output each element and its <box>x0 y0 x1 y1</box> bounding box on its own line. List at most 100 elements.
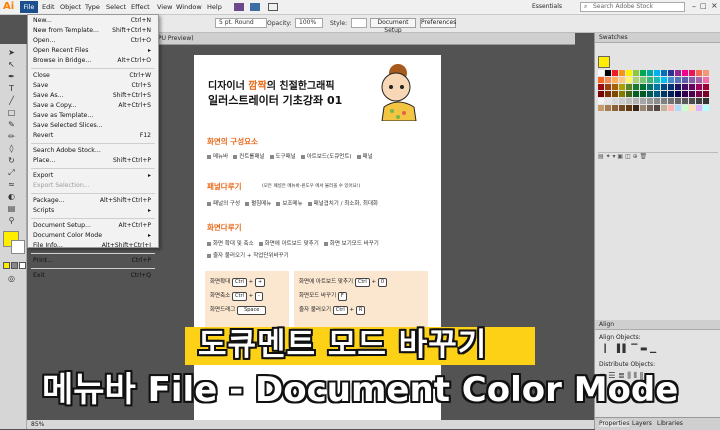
swatch[interactable] <box>689 98 695 104</box>
swatch[interactable] <box>661 98 667 104</box>
tab-libraries[interactable]: Libraries <box>657 420 683 427</box>
file-menu-item[interactable]: Save Ctrl+S <box>33 81 153 91</box>
width-tool-icon[interactable]: ≈ <box>6 180 17 189</box>
swatch[interactable] <box>605 105 611 111</box>
swatch[interactable] <box>612 84 618 90</box>
swatch[interactable] <box>682 91 688 97</box>
swatch[interactable] <box>689 77 695 83</box>
swatch[interactable] <box>612 105 618 111</box>
swatch[interactable] <box>675 70 681 76</box>
swatch[interactable] <box>703 98 709 104</box>
swatch[interactable] <box>661 91 667 97</box>
swatch[interactable] <box>696 70 702 76</box>
swatch[interactable] <box>654 84 660 90</box>
swatch[interactable] <box>689 70 695 76</box>
swatch[interactable] <box>647 98 653 104</box>
file-menu-item[interactable]: Document Color Mode ▸ <box>33 231 153 241</box>
gradient-mode-icon[interactable] <box>11 262 18 269</box>
swatch-grid[interactable] <box>598 70 718 150</box>
menu-view[interactable]: View <box>157 3 172 11</box>
swatch[interactable] <box>703 77 709 83</box>
swatch[interactable] <box>675 98 681 104</box>
swatch[interactable] <box>668 84 674 90</box>
align-buttons[interactable]: ▕▏ ▐ ▌ ▔ ▬ ▁ <box>599 344 656 353</box>
scale-tool-icon[interactable]: ⤢ <box>6 168 17 177</box>
swatch[interactable] <box>647 91 653 97</box>
menu-edit[interactable]: Edit <box>42 3 55 11</box>
swatch[interactable] <box>661 70 667 76</box>
swatch[interactable] <box>703 84 709 90</box>
eraser-tool-icon[interactable]: ◊ <box>6 144 17 153</box>
swatch[interactable] <box>626 91 632 97</box>
file-menu-item[interactable]: Package... Alt+Shift+Ctrl+P <box>33 196 153 206</box>
swatch[interactable] <box>696 77 702 83</box>
swatch[interactable] <box>696 84 702 90</box>
swatch[interactable] <box>696 105 702 111</box>
menu-effect[interactable]: Effect <box>131 3 150 11</box>
swatch[interactable] <box>682 98 688 104</box>
swatch[interactable] <box>619 105 625 111</box>
swatch[interactable] <box>605 77 611 83</box>
direct-selection-tool-icon[interactable]: ↖ <box>6 60 17 69</box>
swatch[interactable] <box>619 70 625 76</box>
swatch[interactable] <box>647 105 653 111</box>
menu-object[interactable]: Object <box>60 3 81 11</box>
swatch[interactable] <box>654 91 660 97</box>
rotate-tool-icon[interactable]: ↻ <box>6 156 17 165</box>
file-menu-item[interactable]: Save Selected Slices... <box>33 121 153 131</box>
swatch[interactable] <box>605 98 611 104</box>
file-menu-item[interactable]: Scripts ▸ <box>33 206 153 216</box>
file-menu-item[interactable]: Document Setup... Alt+Ctrl+P <box>33 221 153 231</box>
swatch[interactable] <box>668 98 674 104</box>
file-menu-item[interactable]: Open Recent Files ▸ <box>33 46 153 56</box>
stock-search-input[interactable]: Search Adobe Stock <box>580 2 685 12</box>
align-panel-header[interactable]: Align <box>595 320 720 330</box>
swatch[interactable] <box>703 91 709 97</box>
file-menu-item[interactable]: Revert F12 <box>33 131 153 141</box>
swatch[interactable] <box>696 91 702 97</box>
swatch[interactable] <box>612 77 618 83</box>
swatch[interactable] <box>682 77 688 83</box>
file-menu-item[interactable]: Save a Copy... Alt+Ctrl+S <box>33 101 153 111</box>
file-menu-item[interactable]: New... Ctrl+N <box>33 16 153 26</box>
tab-layers[interactable]: Layers <box>632 420 652 427</box>
file-menu-item[interactable]: Print... Ctrl+P <box>33 256 153 266</box>
close-icon[interactable]: × <box>711 1 718 10</box>
none-mode-icon[interactable] <box>19 262 26 269</box>
gradient-tool-icon[interactable]: ▤ <box>6 204 17 213</box>
file-menu-item[interactable]: Place... Shift+Ctrl+P <box>33 156 153 166</box>
swatch[interactable] <box>703 70 709 76</box>
swatch[interactable] <box>689 105 695 111</box>
swatch[interactable] <box>703 105 709 111</box>
menu-window[interactable]: Window <box>176 3 202 11</box>
eyedropper-tool-icon[interactable]: ⚲ <box>6 216 17 225</box>
swatch[interactable] <box>668 70 674 76</box>
swatch[interactable] <box>626 105 632 111</box>
swatch[interactable] <box>633 105 639 111</box>
color-mode-icon[interactable] <box>3 262 10 269</box>
swatch[interactable] <box>598 77 604 83</box>
swatch[interactable] <box>633 98 639 104</box>
swatch[interactable] <box>654 77 660 83</box>
file-menu-item[interactable]: Search Adobe Stock... <box>33 146 153 156</box>
swatch[interactable] <box>668 77 674 83</box>
swatch[interactable] <box>640 70 646 76</box>
swatch[interactable] <box>647 77 653 83</box>
menu-select[interactable]: Select <box>106 3 126 11</box>
swatch[interactable] <box>598 70 604 76</box>
swatch[interactable] <box>626 98 632 104</box>
file-menu-item[interactable]: Export ▸ <box>33 171 153 181</box>
swatch[interactable] <box>640 77 646 83</box>
tab-properties[interactable]: Properties <box>599 420 630 427</box>
preferences-button[interactable]: Preferences <box>420 18 456 28</box>
swatch[interactable] <box>612 91 618 97</box>
swatch[interactable] <box>675 77 681 83</box>
swatch[interactable] <box>654 98 660 104</box>
swatch[interactable] <box>640 84 646 90</box>
menu-file[interactable]: File <box>20 1 38 13</box>
swatch[interactable] <box>598 84 604 90</box>
swatch[interactable] <box>619 84 625 90</box>
menu-help[interactable]: Help <box>207 3 222 11</box>
menu-type[interactable]: Type <box>85 3 100 11</box>
file-menu-item[interactable]: Exit Ctrl+Q <box>33 271 153 281</box>
